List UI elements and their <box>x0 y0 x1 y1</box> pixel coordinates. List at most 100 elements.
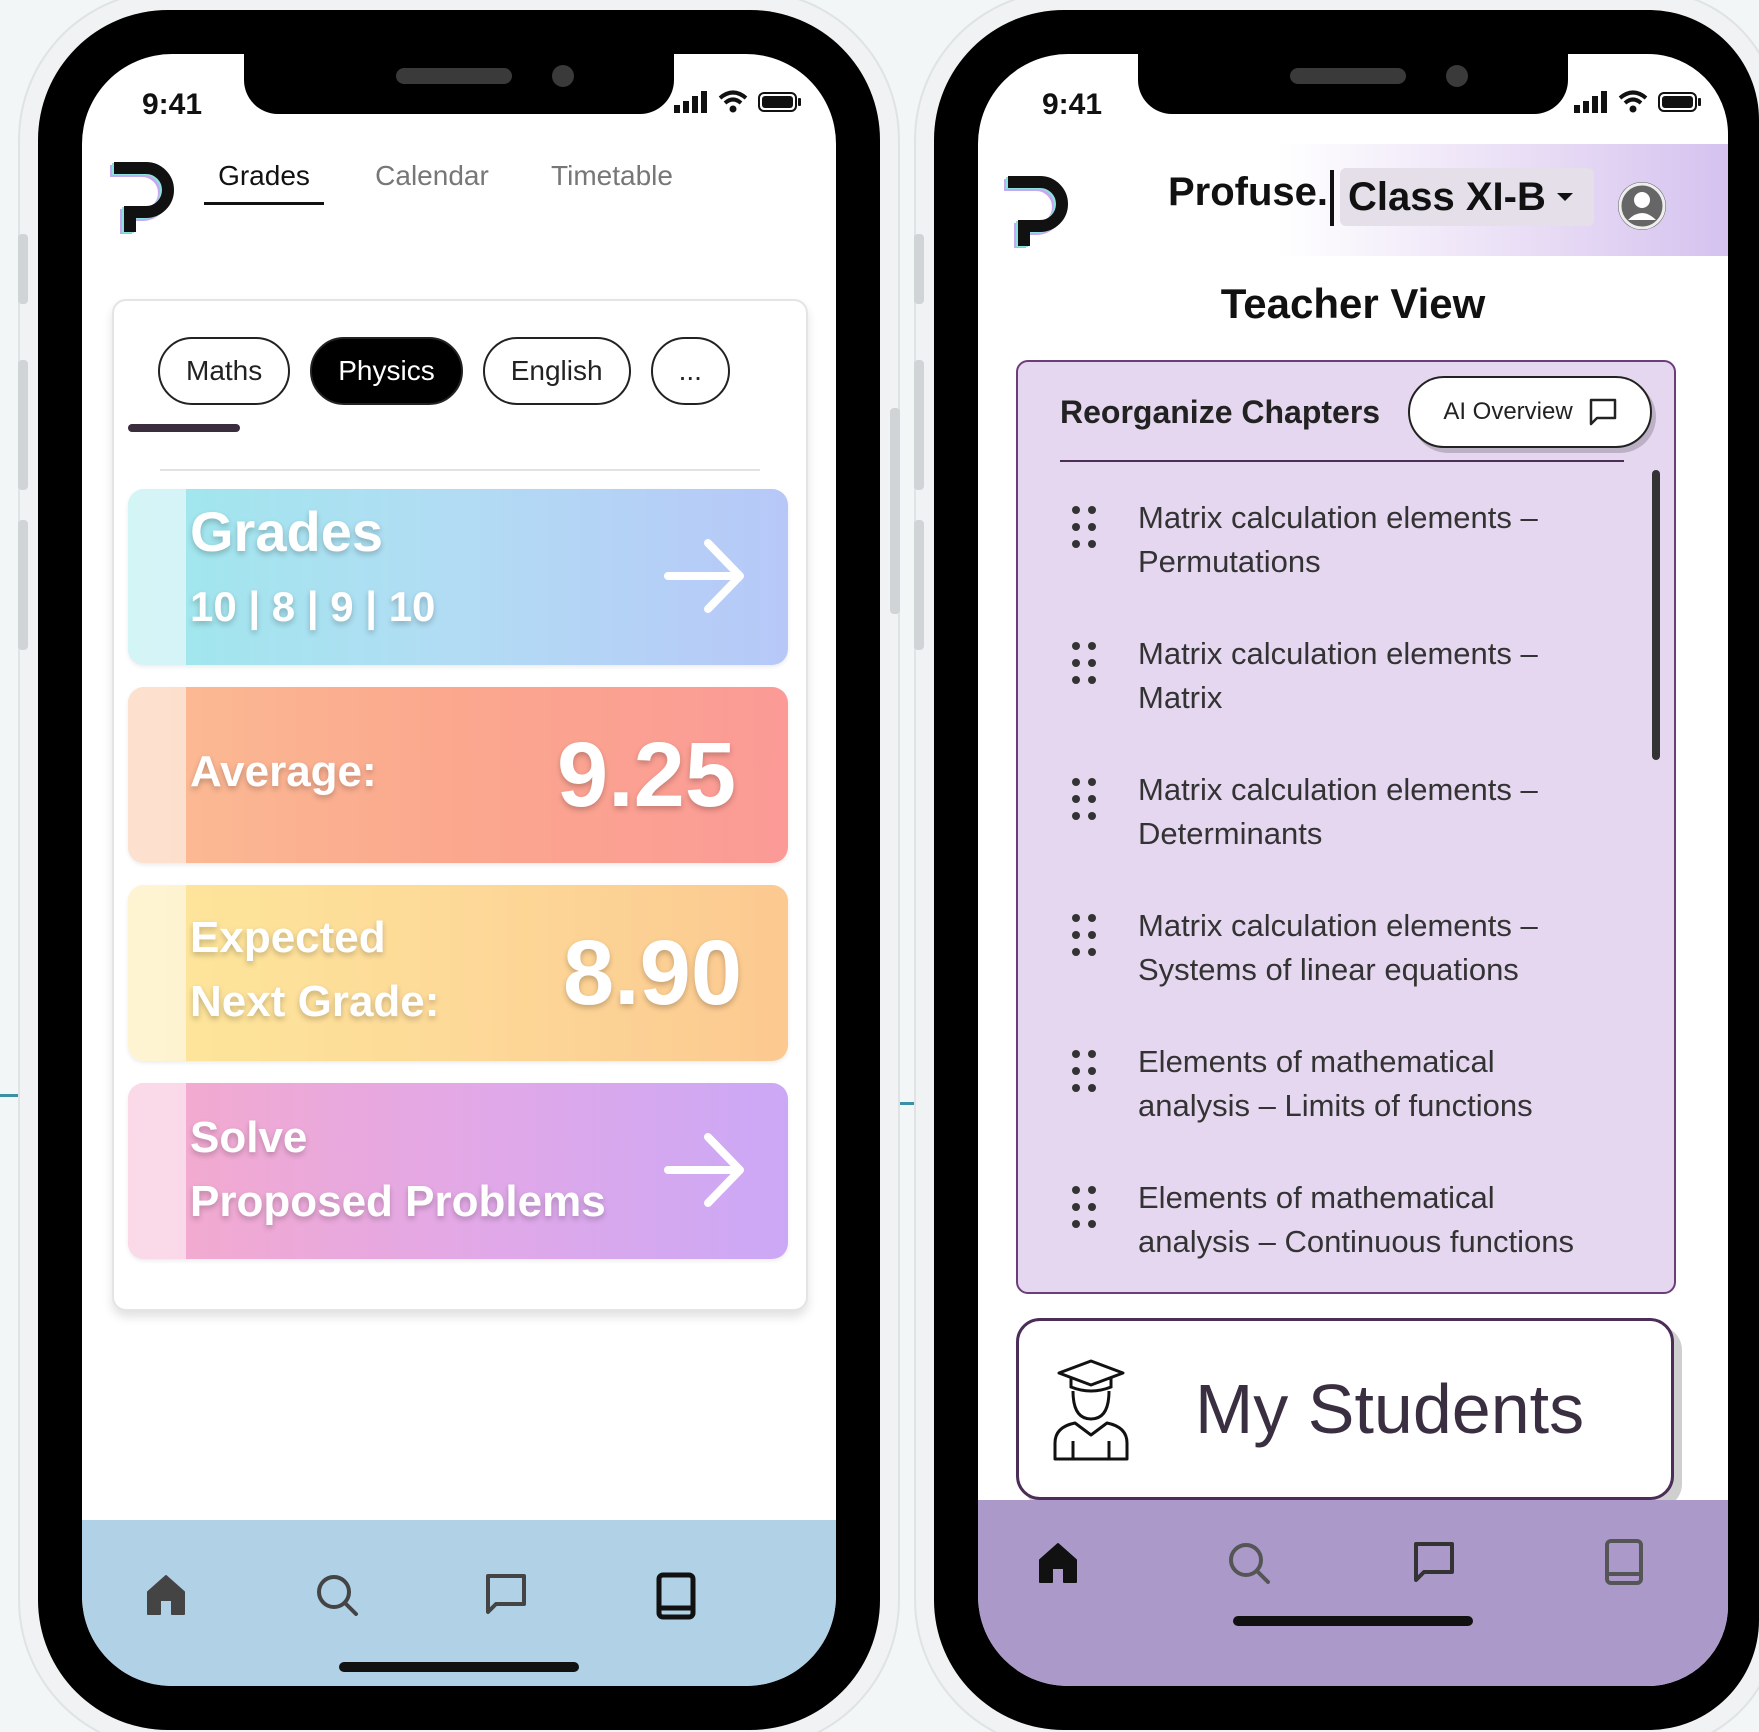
ai-overview-button[interactable]: AI Overview <box>1408 376 1652 448</box>
signal-icon <box>674 91 707 113</box>
chapters-title-underline <box>1060 460 1624 462</box>
brand-name: Profuse. <box>1168 170 1329 214</box>
background-line-middle <box>890 1102 930 1105</box>
solve-line2: Proposed Problems <box>190 1177 606 1226</box>
chapter-label-line1: Elements of mathematical <box>1138 1044 1495 1079</box>
signal-icon <box>1574 91 1607 113</box>
chapter-label: Matrix calculation elements – Systems of … <box>1138 904 1638 992</box>
chapter-label-line2: analysis – Continuous functions <box>1138 1224 1574 1259</box>
status-icons <box>674 90 802 114</box>
tab-grades[interactable]: Grades <box>204 160 324 205</box>
home-indicator <box>1233 1616 1473 1626</box>
camera <box>552 65 574 87</box>
chip-maths[interactable]: Maths <box>158 337 291 405</box>
grades-panel: Maths Physics English ... Grades 10 | 8 … <box>112 299 808 1311</box>
home-icon[interactable] <box>1036 1540 1080 1584</box>
divider <box>160 469 760 471</box>
chapters-panel-title: Reorganize Chapters <box>1060 394 1381 430</box>
drag-handle-icon[interactable] <box>1070 776 1098 822</box>
grades-card[interactable]: Grades 10 | 8 | 9 | 10 <box>128 489 788 665</box>
chapter-item[interactable]: Matrix calculation elements – Permutation… <box>1070 496 1630 596</box>
chip-physics[interactable]: Physics <box>310 337 463 405</box>
chat-icon[interactable] <box>1412 1540 1456 1584</box>
class-selector-label: Class XI-B <box>1348 174 1546 219</box>
grades-card-title: Grades <box>190 500 383 563</box>
chapter-label-line2: Permutations <box>1138 544 1321 579</box>
drag-handle-icon[interactable] <box>1070 1184 1098 1230</box>
subject-chips: Maths Physics English ... <box>158 337 730 405</box>
graduate-student-icon <box>1053 1359 1129 1461</box>
ai-overview-label: AI Overview <box>1443 398 1573 425</box>
phone-side-button <box>914 520 924 650</box>
phone-side-button <box>890 408 900 614</box>
chapter-label: Matrix calculation elements – Matrix <box>1138 632 1638 720</box>
notch <box>244 54 674 114</box>
wifi-icon <box>718 90 748 113</box>
chapter-label-line2: Matrix <box>1138 680 1223 715</box>
student-phone: 9:41 Grades Calendar Timetable Maths Phy… <box>18 10 900 1730</box>
chapter-label-line1: Matrix calculation elements – <box>1138 908 1538 943</box>
class-selector[interactable]: Class XI-B <box>1340 168 1594 226</box>
tab-timetable[interactable]: Timetable <box>512 160 712 205</box>
chapter-label-line1: Matrix calculation elements – <box>1138 636 1538 671</box>
scrollbar[interactable] <box>1652 470 1660 760</box>
book-icon[interactable] <box>1604 1538 1644 1586</box>
profuse-logo <box>1004 176 1068 248</box>
phone-side-button <box>914 360 924 490</box>
drag-handle-icon[interactable] <box>1070 640 1098 686</box>
profile-avatar[interactable] <box>1618 182 1666 230</box>
expected-label-line1: Expected <box>190 913 386 962</box>
chip-english[interactable]: English <box>482 337 631 405</box>
chapter-item[interactable]: Matrix calculation elements – Systems of … <box>1070 904 1630 1004</box>
battery-icon <box>1658 92 1701 112</box>
grades-card-values: 10 | 8 | 9 | 10 <box>190 583 436 630</box>
drag-handle-icon[interactable] <box>1070 1048 1098 1094</box>
phone-side-button <box>18 360 28 490</box>
phone-side-button <box>914 234 924 304</box>
chapter-item[interactable]: Matrix calculation elements – Determinant… <box>1070 768 1630 868</box>
chat-icon[interactable] <box>484 1572 528 1616</box>
speaker <box>1290 68 1406 84</box>
my-students-button[interactable]: My Students <box>1016 1318 1674 1500</box>
status-time: 9:41 <box>142 88 203 121</box>
phone-side-button <box>18 234 28 304</box>
search-icon[interactable] <box>1226 1540 1272 1586</box>
solve-line1: Solve <box>190 1113 308 1162</box>
chapter-item[interactable]: Elements of mathematical analysis – Conti… <box>1070 1176 1630 1276</box>
teacher-screen: 9:41 Profuse. Class XI-B Teacher View Re… <box>978 54 1728 1686</box>
my-students-label: My Students <box>1195 1370 1585 1448</box>
average-value: 9.25 <box>556 724 736 826</box>
chapter-label: Elements of mathematical analysis – Conti… <box>1138 1176 1638 1264</box>
top-nav-tabs: Grades Calendar Timetable <box>204 160 712 205</box>
drag-handle-icon[interactable] <box>1070 912 1098 958</box>
book-icon[interactable] <box>656 1572 696 1620</box>
arrow-right-icon <box>664 1133 744 1207</box>
chapter-item[interactable]: Elements of mathematical analysis – Limit… <box>1070 1040 1630 1140</box>
chapter-label-line2: analysis – Limits of functions <box>1138 1088 1533 1123</box>
camera <box>1446 65 1468 87</box>
chapter-label-line2: Determinants <box>1138 816 1323 851</box>
expected-value: 8.90 <box>562 922 742 1024</box>
average-label: Average: <box>190 747 377 796</box>
home-icon[interactable] <box>144 1572 188 1616</box>
chip-more[interactable]: ... <box>650 337 730 405</box>
background-arc-top <box>1240 0 1568 8</box>
chapter-label-line1: Matrix calculation elements – <box>1138 772 1538 807</box>
view-title: Teacher View <box>1220 280 1486 327</box>
phone-side-button <box>18 520 28 650</box>
home-indicator <box>339 1662 579 1672</box>
card-stripe <box>128 885 186 1061</box>
battery-icon <box>758 92 801 112</box>
header-separator <box>1330 170 1334 226</box>
search-icon[interactable] <box>314 1572 360 1618</box>
tab-calendar[interactable]: Calendar <box>352 160 512 205</box>
student-screen: 9:41 Grades Calendar Timetable Maths Phy… <box>82 54 836 1686</box>
solve-problems-card[interactable]: Solve Proposed Problems <box>128 1083 788 1259</box>
card-stripe <box>128 687 186 863</box>
chapter-item[interactable]: Matrix calculation elements – Matrix <box>1070 632 1630 732</box>
caret-down-icon <box>1556 193 1573 201</box>
drag-handle-icon[interactable] <box>1070 504 1098 550</box>
teacher-phone: 9:41 Profuse. Class XI-B Teacher View Re… <box>914 10 1759 1730</box>
chapter-label-line1: Matrix calculation elements – <box>1138 500 1538 535</box>
chapter-label: Matrix calculation elements – Permutation… <box>1138 496 1638 584</box>
